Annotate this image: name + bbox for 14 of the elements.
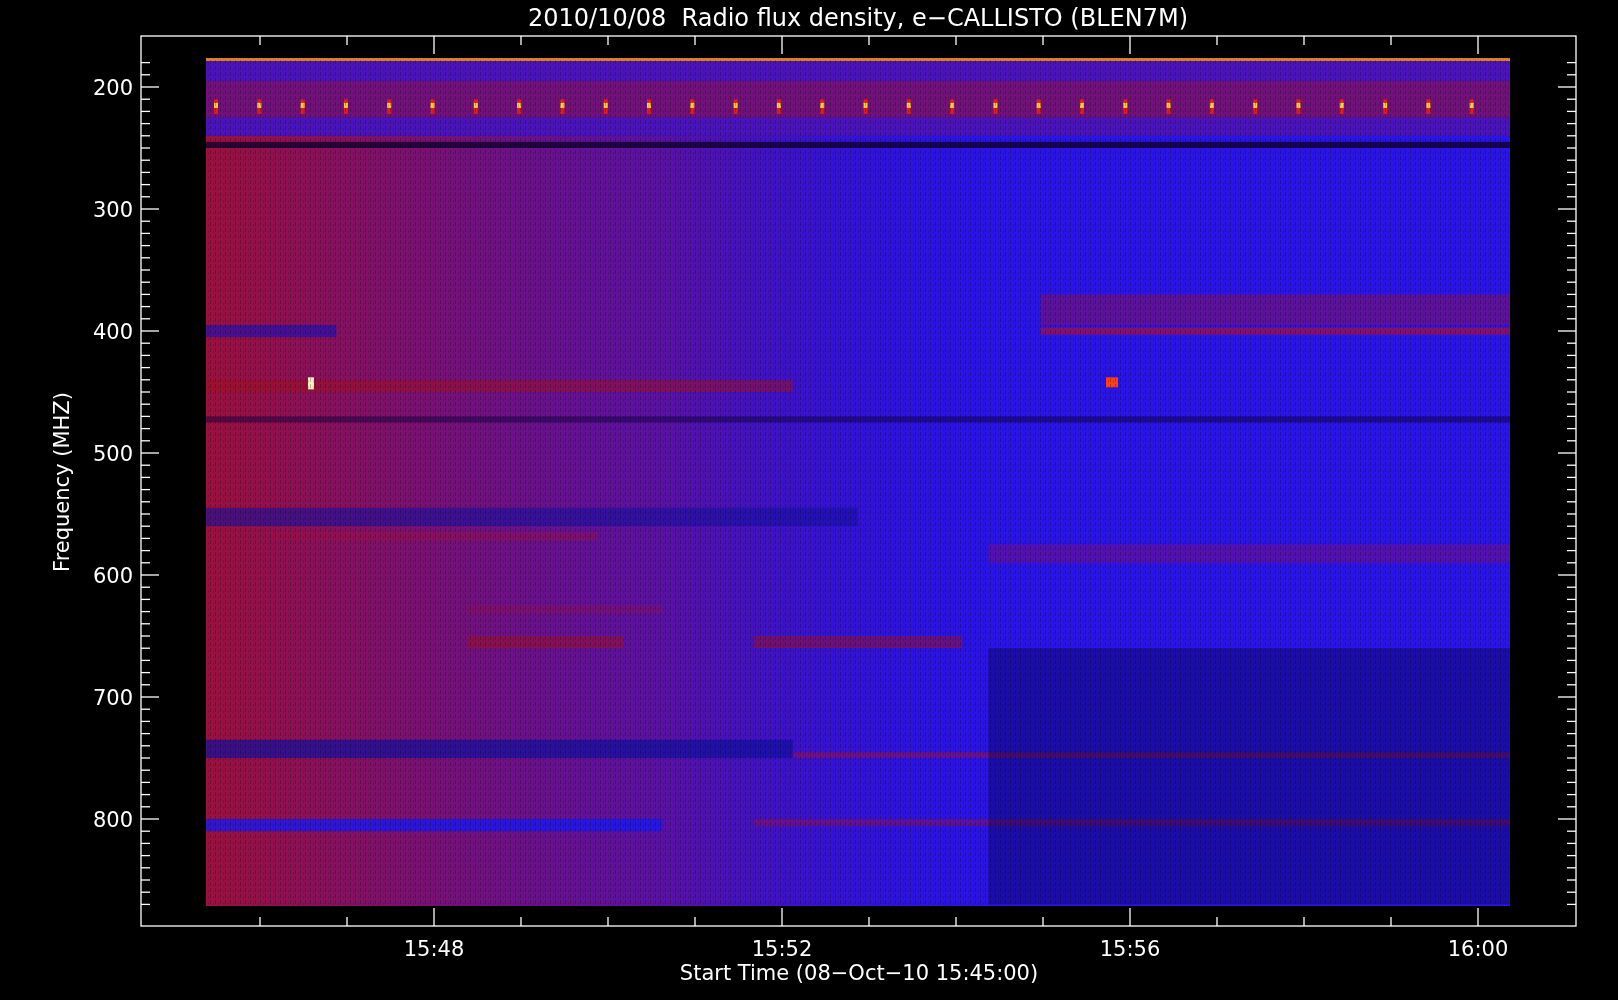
y-tick-label: 300	[92, 198, 133, 222]
x-tick-label: 15:48	[403, 937, 465, 961]
x-axis-label: Start Time (08−Oct−10 15:45:00)	[679, 961, 1039, 985]
x-tick-label: 15:56	[1099, 937, 1161, 961]
y-tick-label: 700	[92, 686, 133, 710]
y-tick-label: 200	[92, 76, 133, 100]
y-tick-label: 500	[92, 442, 133, 466]
x-tick-label: 15:52	[751, 937, 813, 961]
y-tick-label: 400	[92, 320, 133, 344]
y-axis-label: Frequency (MHZ)	[50, 392, 74, 572]
chart-title: 2010/10/08 Radio flux density, e−CALLISTO (BLEN7M)	[528, 4, 1188, 32]
y-tick-label: 600	[92, 564, 133, 588]
y-tick-label: 800	[92, 808, 133, 832]
x-tick-label: 16:00	[1447, 937, 1509, 961]
